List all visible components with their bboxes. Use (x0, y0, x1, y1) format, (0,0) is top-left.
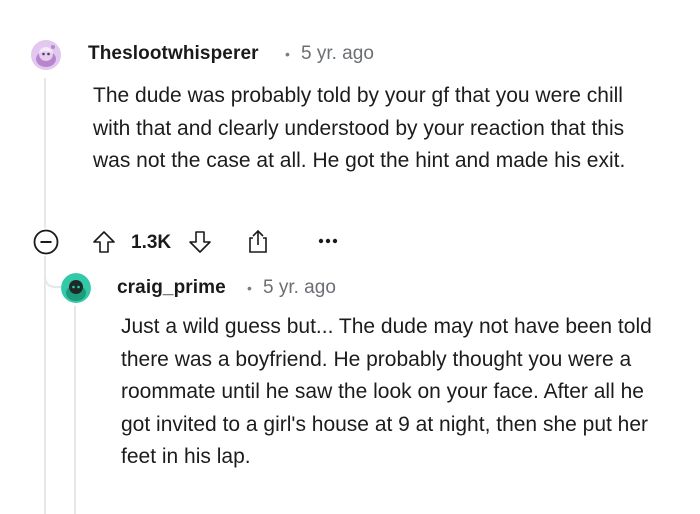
meta-separator: • (285, 46, 290, 62)
meta-separator: • (247, 280, 252, 296)
timestamp[interactable]: 5 yr. ago (263, 277, 336, 299)
comment-body: The dude was probably told by your gf th… (93, 84, 626, 172)
username[interactable]: craig_prime (117, 277, 226, 299)
collapse-button[interactable] (33, 229, 59, 255)
more-options-button[interactable] (316, 232, 340, 250)
username[interactable]: Theslootwhisperer (88, 43, 259, 65)
thread-line-reply[interactable] (74, 306, 76, 514)
more-dots-icon (318, 238, 338, 244)
timestamp[interactable]: 5 yr. ago (301, 43, 374, 65)
share-icon (249, 229, 267, 253)
thread-line-primary[interactable] (44, 78, 46, 228)
upvote-arrow-icon (93, 231, 115, 253)
avatar[interactable] (31, 40, 61, 70)
share-button[interactable] (243, 226, 273, 256)
comment-body: Just a wild guess but... The dude may no… (121, 315, 652, 468)
avatar[interactable] (61, 273, 91, 303)
upvote-button[interactable] (90, 228, 118, 256)
snoo-avatar-icon (31, 40, 61, 70)
downvote-arrow-icon (189, 231, 211, 253)
thread-connector (44, 256, 63, 288)
score: 1.3K (131, 232, 172, 253)
snoo-avatar-icon (61, 273, 91, 303)
thread-line-primary-lower[interactable] (44, 258, 46, 514)
downvote-button[interactable] (186, 228, 214, 256)
collapse-minus-icon (33, 229, 59, 255)
